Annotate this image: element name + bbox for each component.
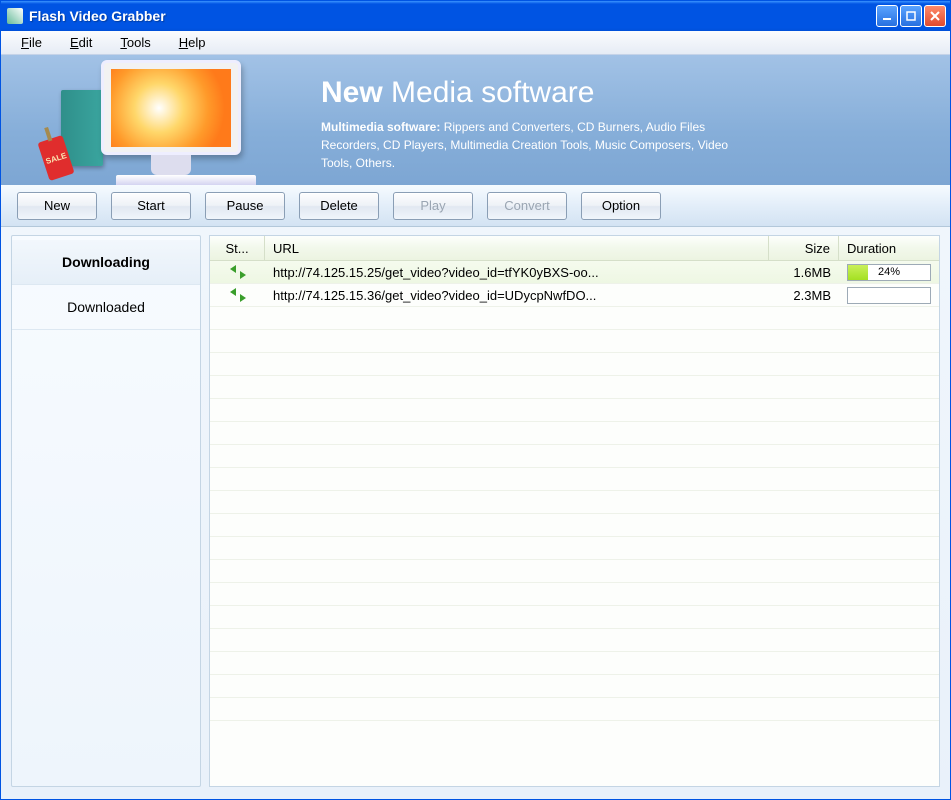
delete-button[interactable]: Delete [299, 192, 379, 220]
table-row[interactable]: http://74.125.15.25/get_video?video_id=t… [210, 261, 939, 284]
table-row-empty [210, 514, 939, 537]
table-row-empty [210, 353, 939, 376]
banner-text: New Media software Multimedia software: … [321, 68, 930, 172]
window-controls [876, 5, 946, 27]
table-row-empty [210, 698, 939, 721]
col-duration-header[interactable]: Duration [839, 236, 939, 260]
menu-file[interactable]: File [7, 33, 56, 52]
menu-tools[interactable]: Tools [106, 33, 164, 52]
table-row-empty [210, 491, 939, 514]
sidebar: Downloading Downloaded [11, 235, 201, 787]
table-row-empty [210, 675, 939, 698]
table-row-empty [210, 583, 939, 606]
menu-edit[interactable]: Edit [56, 33, 106, 52]
table-row-empty [210, 629, 939, 652]
duration-cell: 24% [839, 264, 939, 281]
progress-bar: 24% [847, 264, 931, 281]
download-list: St... URL Size Duration http://74.125.15… [209, 235, 940, 787]
banner: SALE New Media software Multimedia softw… [1, 55, 950, 185]
table-row-empty [210, 422, 939, 445]
app-icon [7, 8, 23, 24]
url-cell: http://74.125.15.25/get_video?video_id=t… [265, 265, 769, 280]
table-row-empty [210, 652, 939, 675]
duration-cell [839, 287, 939, 304]
titlebar[interactable]: Flash Video Grabber [1, 1, 950, 31]
table-row-empty [210, 307, 939, 330]
sidebar-item-downloaded[interactable]: Downloaded [12, 285, 200, 330]
col-url-header[interactable]: URL [265, 236, 769, 260]
menubar: File Edit Tools Help [1, 31, 950, 55]
col-status-header[interactable]: St... [210, 236, 265, 260]
pause-button[interactable]: Pause [205, 192, 285, 220]
progress-bar [847, 287, 931, 304]
table-row-empty [210, 399, 939, 422]
transfer-icon [228, 288, 248, 302]
table-row-empty [210, 606, 939, 629]
keyboard-icon [116, 175, 256, 185]
size-cell: 2.3MB [769, 288, 839, 303]
convert-button[interactable]: Convert [487, 192, 567, 220]
menu-help[interactable]: Help [165, 33, 220, 52]
close-button[interactable] [924, 5, 946, 27]
window-title: Flash Video Grabber [29, 8, 876, 24]
maximize-button[interactable] [900, 5, 922, 27]
list-body[interactable]: http://74.125.15.25/get_video?video_id=t… [210, 261, 939, 786]
option-button[interactable]: Option [581, 192, 661, 220]
table-row[interactable]: http://74.125.15.36/get_video?video_id=U… [210, 284, 939, 307]
status-cell [210, 265, 265, 279]
transfer-icon [228, 265, 248, 279]
play-button[interactable]: Play [393, 192, 473, 220]
minimize-button[interactable] [876, 5, 898, 27]
app-window: Flash Video Grabber File Edit Tools Help… [0, 0, 951, 800]
table-row-empty [210, 445, 939, 468]
sidebar-item-downloading[interactable]: Downloading [12, 240, 200, 285]
table-row-empty [210, 468, 939, 491]
start-button[interactable]: Start [111, 192, 191, 220]
table-row-empty [210, 560, 939, 583]
size-cell: 1.6MB [769, 265, 839, 280]
new-button[interactable]: New [17, 192, 97, 220]
banner-title: New Media software [321, 76, 930, 110]
status-cell [210, 288, 265, 302]
content: Downloading Downloaded St... URL Size Du… [1, 227, 950, 799]
banner-illustration: SALE [21, 60, 281, 180]
toolbar: New Start Pause Delete Play Convert Opti… [1, 185, 950, 227]
table-row-empty [210, 537, 939, 560]
list-header: St... URL Size Duration [210, 236, 939, 261]
table-row-empty [210, 330, 939, 353]
table-row-empty [210, 376, 939, 399]
monitor-icon [101, 60, 241, 155]
banner-desc: Multimedia software: Rippers and Convert… [321, 118, 751, 172]
col-size-header[interactable]: Size [769, 236, 839, 260]
url-cell: http://74.125.15.36/get_video?video_id=U… [265, 288, 769, 303]
